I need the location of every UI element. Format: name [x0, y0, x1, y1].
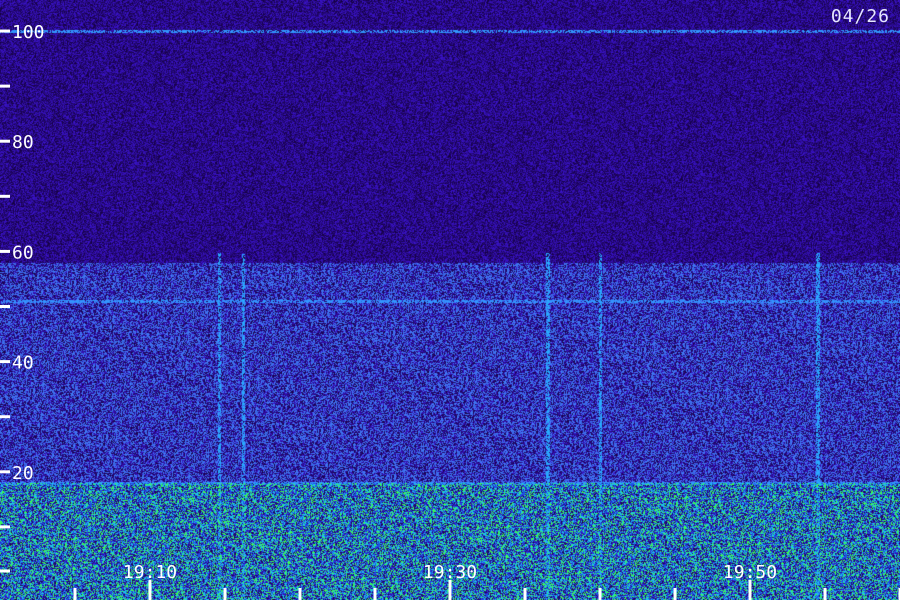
x-axis: 19:10 19:30 19:50	[73, 562, 900, 600]
x-tick-label: 19:10	[123, 562, 177, 583]
y-tick-label: 100	[12, 22, 45, 43]
y-tick-label: 80	[12, 132, 34, 153]
date-label: 04/26	[830, 6, 890, 27]
y-axis: 20 40 60 80 100	[0, 22, 45, 573]
x-tick-label: 19:30	[423, 562, 477, 583]
x-tick-label: 19:50	[723, 562, 777, 583]
axes-overlay: 20 40 60 80 100 19:10 19:30 19:50	[0, 22, 900, 600]
y-tick-label: 20	[12, 463, 34, 484]
y-tick-label: 60	[12, 242, 34, 263]
y-tick-label: 40	[12, 353, 34, 374]
